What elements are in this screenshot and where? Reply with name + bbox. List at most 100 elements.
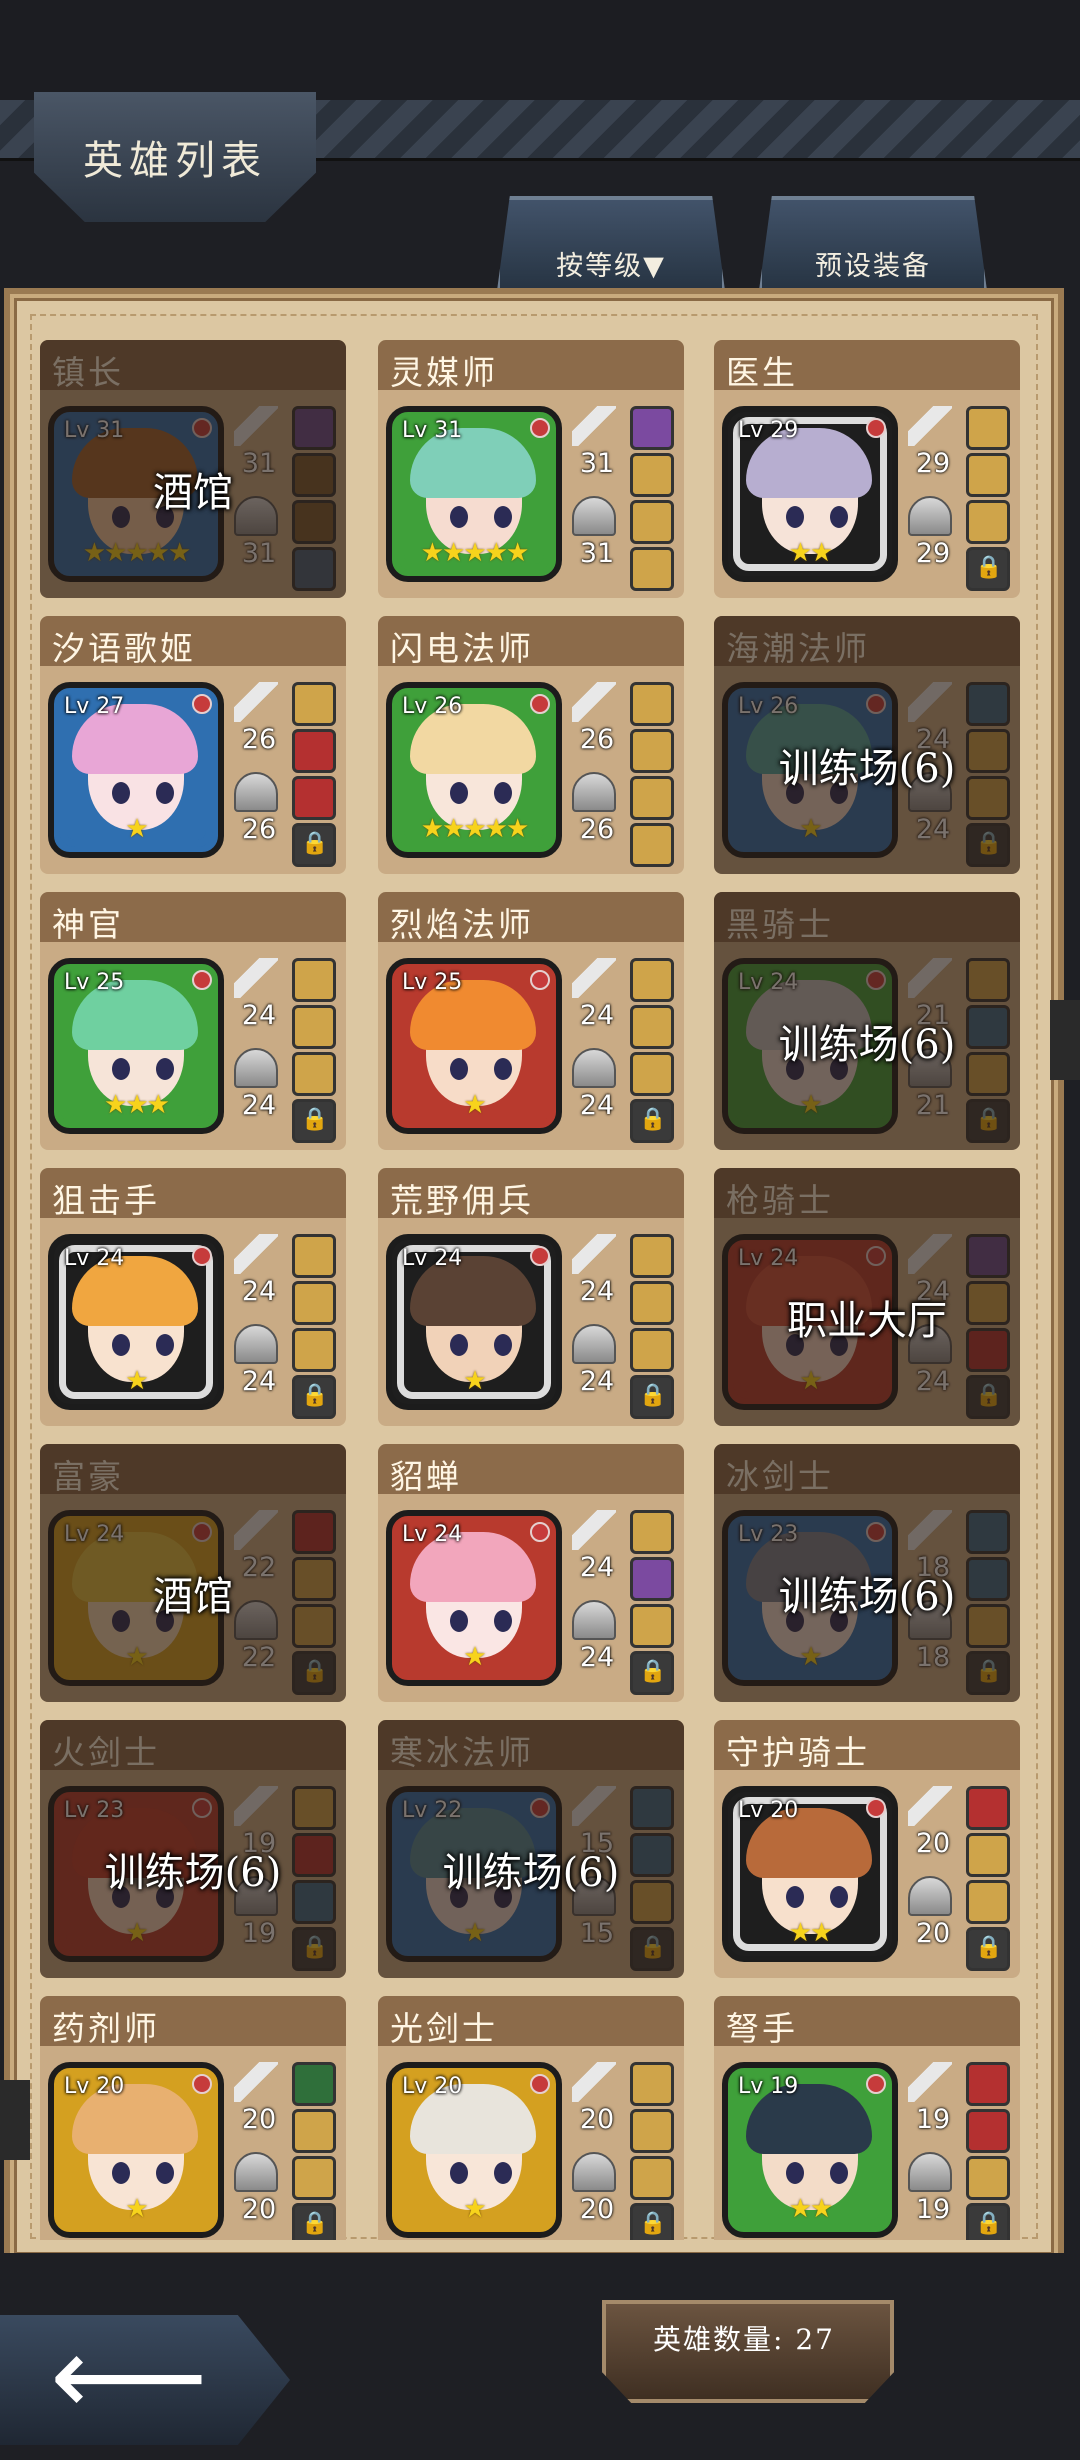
hero-card[interactable]: 烈焰法师 Lv 25 ★ 24 24 (378, 892, 684, 1150)
hero-stars: ★★ (788, 2194, 834, 2224)
equipment-slot[interactable] (630, 406, 674, 450)
hero-portrait[interactable]: Lv 26 ★★★★★ (386, 682, 562, 858)
hero-portrait[interactable]: Lv 20 ★★ (722, 1786, 898, 1962)
equipment-slot[interactable] (966, 1880, 1010, 1924)
hero-grid[interactable]: 镇长 Lv 31 ★★★★★ 31 31 酒馆 (40, 340, 1040, 2240)
hero-card[interactable]: 狙击手 Lv 24 ★ 24 24 (40, 1168, 346, 1426)
weapon-level: 26 (241, 724, 277, 755)
hero-portrait[interactable]: Lv 29 ★★ (722, 406, 898, 582)
equipment-slot[interactable] (630, 2062, 674, 2106)
equipment-slot[interactable] (630, 547, 674, 591)
hero-card[interactable]: 火剑士 Lv 23 ★ 19 19 训练场(6) (40, 1720, 346, 1978)
lock-icon[interactable] (292, 1099, 336, 1143)
equipment-slot[interactable] (630, 1052, 674, 1096)
hero-portrait[interactable]: Lv 20 ★ (386, 2062, 562, 2238)
hero-card[interactable]: 黑骑士 Lv 24 ★ 21 21 训练场(6) (714, 892, 1020, 1150)
equipment-slot[interactable] (292, 729, 336, 773)
equipment-slot[interactable] (630, 682, 674, 726)
equipment-slot[interactable] (630, 2109, 674, 2153)
lock-icon[interactable] (292, 2203, 336, 2240)
hero-card[interactable]: 貂蝉 Lv 24 ★ 24 24 (378, 1444, 684, 1702)
equipment-slot[interactable] (292, 1328, 336, 1372)
hero-portrait[interactable]: Lv 25 ★ (386, 958, 562, 1134)
lock-icon[interactable] (630, 2203, 674, 2240)
hero-portrait[interactable]: Lv 27 ★ (48, 682, 224, 858)
equipment-slot[interactable] (630, 500, 674, 544)
equipment-slot[interactable] (966, 1786, 1010, 1830)
lock-icon[interactable] (966, 1927, 1010, 1971)
equipment-slot[interactable] (292, 1281, 336, 1325)
hero-eye (450, 782, 468, 804)
hero-card[interactable]: 守护骑士 Lv 20 ★★ 20 20 (714, 1720, 1020, 1978)
equipment-slot[interactable] (630, 776, 674, 820)
hero-card[interactable]: 闪电法师 Lv 26 ★★★★★ 26 26 (378, 616, 684, 874)
hero-card[interactable]: 镇长 Lv 31 ★★★★★ 31 31 酒馆 (40, 340, 346, 598)
lock-icon[interactable] (630, 1375, 674, 1419)
equipment-slot[interactable] (292, 2156, 336, 2200)
armor-level: 31 (579, 538, 615, 569)
hero-card[interactable]: 海潮法师 Lv 26 ★ 24 24 训练场(6) (714, 616, 1020, 874)
hero-card[interactable]: 枪骑士 Lv 24 ★ 24 24 职业大厅 (714, 1168, 1020, 1426)
armor-stat: 19 (908, 2152, 956, 2225)
equipment-slot[interactable] (630, 823, 674, 867)
equipment-slot[interactable] (966, 2109, 1010, 2153)
hero-card[interactable]: 光剑士 Lv 20 ★ 20 20 (378, 1996, 684, 2240)
equipment-slot[interactable] (292, 776, 336, 820)
equipment-slot[interactable] (966, 1833, 1010, 1877)
equipment-slot[interactable] (630, 453, 674, 497)
equipment-slot[interactable] (292, 2109, 336, 2153)
hero-card[interactable]: 弩手 Lv 19 ★★ 19 19 (714, 1996, 1020, 2240)
weapon-stat: 29 (908, 406, 956, 479)
hero-portrait[interactable]: Lv 24 ★ (386, 1510, 562, 1686)
equipment-slot[interactable] (292, 958, 336, 1002)
equipment-slot[interactable] (630, 1234, 674, 1278)
lock-icon[interactable] (966, 547, 1010, 591)
hero-card[interactable]: 神官 Lv 25 ★★★ 24 24 (40, 892, 346, 1150)
hero-portrait[interactable]: Lv 19 ★★ (722, 2062, 898, 2238)
equipment-slot[interactable] (966, 453, 1010, 497)
hero-card[interactable]: 荒野佣兵 Lv 24 ★ 24 24 (378, 1168, 684, 1426)
lock-icon[interactable] (292, 823, 336, 867)
equipment-slot[interactable] (966, 500, 1010, 544)
lock-icon[interactable] (292, 1375, 336, 1419)
equipment-slot[interactable] (630, 958, 674, 1002)
equipment-slot[interactable] (292, 682, 336, 726)
hero-portrait[interactable]: Lv 31 ★★★★★ (386, 406, 562, 582)
equipment-slot[interactable] (966, 406, 1010, 450)
equipment-slot[interactable] (630, 2156, 674, 2200)
weapon-stat: 24 (234, 1234, 282, 1307)
armor-stat: 31 (572, 496, 620, 569)
armor-stat: 26 (572, 772, 620, 845)
equipment-slot[interactable] (292, 1052, 336, 1096)
equipment-slot[interactable] (630, 1281, 674, 1325)
hero-card[interactable]: 灵媒师 Lv 31 ★★★★★ 31 31 (378, 340, 684, 598)
equipment-slot[interactable] (292, 2062, 336, 2106)
hero-card[interactable]: 富豪 Lv 24 ★ 22 22 酒馆 (40, 1444, 346, 1702)
hero-portrait[interactable]: Lv 25 ★★★ (48, 958, 224, 1134)
equipment-slot[interactable] (630, 1510, 674, 1554)
hero-card[interactable]: 寒冰法师 Lv 22 ★ 15 15 训练场(6) (378, 1720, 684, 1978)
hero-portrait[interactable]: Lv 24 ★ (386, 1234, 562, 1410)
hero-portrait[interactable]: Lv 20 ★ (48, 2062, 224, 2238)
sort-by-level-button[interactable]: 按等级▼ (496, 196, 726, 298)
lock-icon[interactable] (630, 1099, 674, 1143)
equipment-slot[interactable] (630, 1328, 674, 1372)
equipment-slot[interactable] (630, 729, 674, 773)
equipment-slot[interactable] (292, 1005, 336, 1049)
preset-equipment-button[interactable]: 预设装备 (758, 196, 988, 298)
lock-icon[interactable] (966, 2203, 1010, 2240)
equipment-slot[interactable] (292, 1234, 336, 1278)
hero-card[interactable]: 医生 Lv 29 ★★ 29 29 (714, 340, 1020, 598)
lock-icon[interactable] (630, 1651, 674, 1695)
equipment-slot[interactable] (966, 2156, 1010, 2200)
equipment-slot[interactable] (630, 1005, 674, 1049)
equipment-slot[interactable] (630, 1557, 674, 1601)
notification-dot (192, 694, 212, 714)
hero-eye (494, 782, 512, 804)
hero-card[interactable]: 冰剑士 Lv 23 ★ 18 18 训练场(6) (714, 1444, 1020, 1702)
hero-card[interactable]: 汐语歌姬 Lv 27 ★ 26 26 (40, 616, 346, 874)
equipment-slot[interactable] (630, 1604, 674, 1648)
hero-card[interactable]: 药剂师 Lv 20 ★ 20 20 (40, 1996, 346, 2240)
hero-portrait[interactable]: Lv 24 ★ (48, 1234, 224, 1410)
equipment-slot[interactable] (966, 2062, 1010, 2106)
